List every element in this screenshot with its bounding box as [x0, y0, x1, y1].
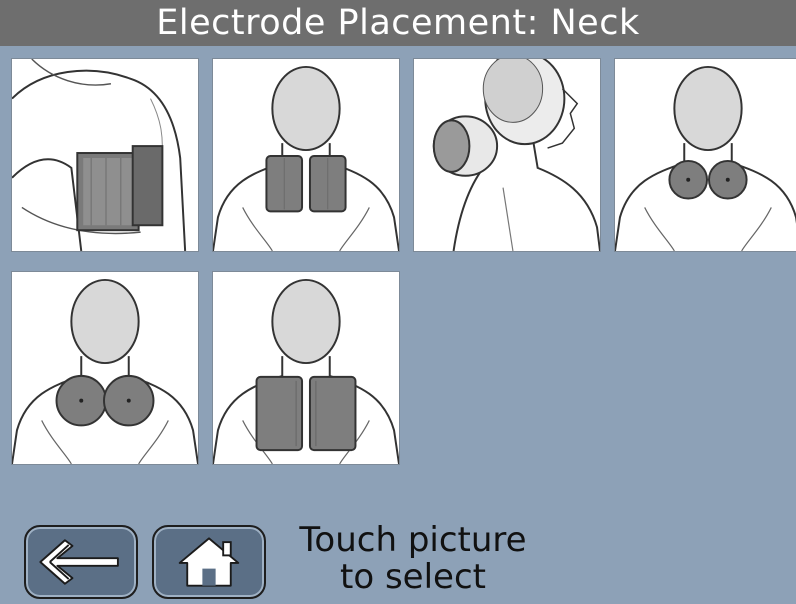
round-electrodes-neck-icon [615, 59, 796, 251]
back-button[interactable] [24, 525, 138, 599]
placement-option-6[interactable] [212, 271, 400, 465]
side-profile-round-electrode-icon [414, 59, 600, 251]
instruction-text: Touch picture to select [278, 522, 548, 596]
instruction-line-2: to select [340, 557, 486, 597]
rectangular-pads-large-icon [213, 272, 399, 464]
side-view-pad-icon [12, 59, 198, 251]
page-title: Electrode Placement: Neck [0, 0, 796, 46]
placement-option-1[interactable] [11, 58, 199, 252]
home-button[interactable] [152, 525, 266, 599]
placement-option-2[interactable] [212, 58, 400, 252]
placement-option-3[interactable] [413, 58, 601, 252]
home-icon [178, 537, 240, 587]
placement-option-5[interactable] [11, 271, 199, 465]
instruction-line-1: Touch picture [299, 520, 527, 560]
rectangular-pads-upper-back-icon [213, 59, 399, 251]
back-arrow-icon [39, 539, 119, 585]
round-electrodes-shoulders-icon [12, 272, 198, 464]
placement-option-4[interactable] [614, 58, 796, 252]
